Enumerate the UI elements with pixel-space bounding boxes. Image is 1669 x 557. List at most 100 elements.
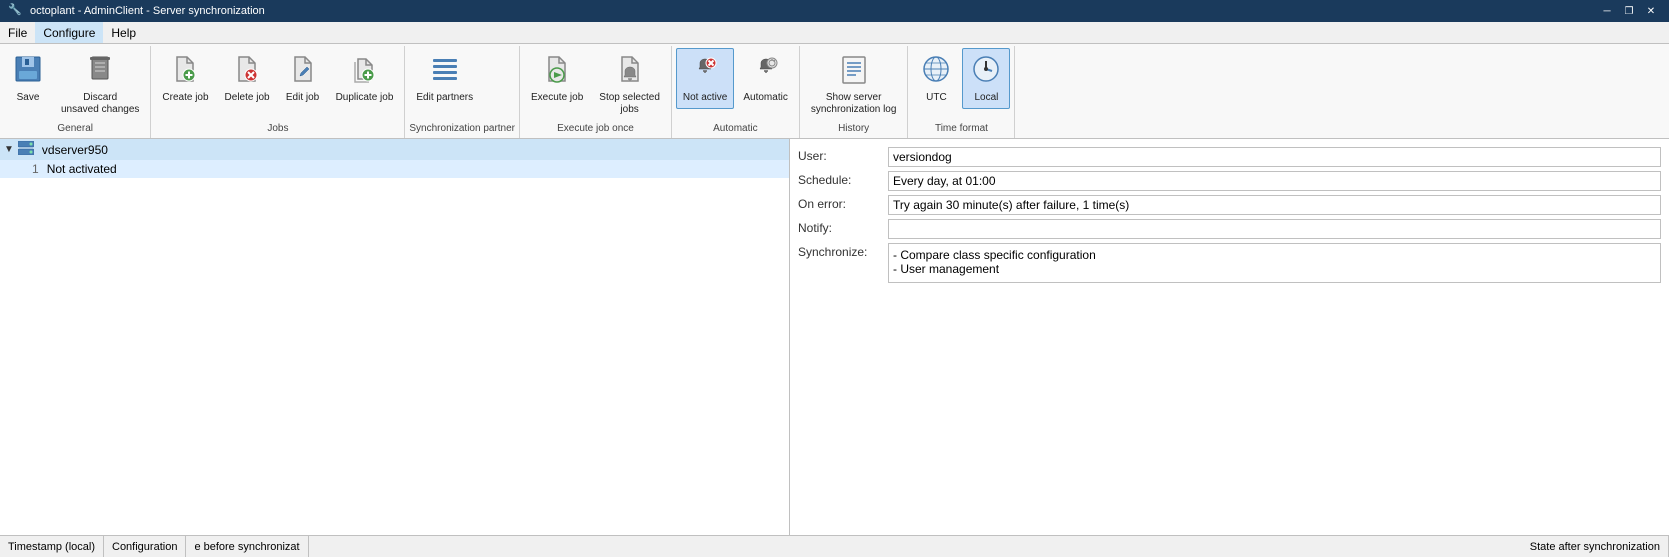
not-active-icon [689,53,721,90]
not-active-label: Not active [683,92,727,104]
local-icon [970,53,1002,90]
ribbon-group-execute-label: Execute job once [524,121,667,136]
sync-line-2: - User management [893,262,1656,276]
status-state-before: e before synchronizat [186,536,308,557]
sync-line-1: - Compare class specific configuration [893,248,1656,262]
notify-value [888,219,1661,239]
main-area: ▼ vdserver950 1 Not activated User: [0,139,1669,535]
ribbon-group-history-buttons: Show server synchronization log [804,48,904,121]
stop-jobs-button[interactable]: Stop selected jobs [592,48,667,121]
app-icon: 🔧 [8,3,24,19]
utc-label: UTC [926,92,947,104]
window-controls: ─ ❐ ✕ [1597,3,1661,19]
notify-row: Notify: [798,219,1661,239]
ribbon-group-time-format-buttons: UTC Local [912,48,1010,121]
right-panel: User: versiondog Schedule: Every day, at… [790,139,1669,535]
save-button[interactable]: Save [4,48,52,109]
title-bar-title: octoplant - AdminClient - Server synchro… [30,5,1597,17]
discard-label: Discard unsaved changes [61,92,139,116]
show-log-button[interactable]: Show server synchronization log [804,48,904,121]
status-state-after: State after synchronization [1522,536,1669,557]
on-error-value: Try again 30 minute(s) after failure, 1 … [888,195,1661,215]
close-button[interactable]: ✕ [1641,3,1661,19]
ribbon-group-execute: Execute job Stop selected jobs Execute j… [520,46,672,138]
save-label: Save [17,92,40,104]
automatic-label: Automatic [743,92,787,104]
tree-area[interactable]: ▼ vdserver950 1 Not activated [0,139,789,535]
delete-job-icon [231,53,263,90]
ribbon-group-history: Show server synchronization log History [800,46,909,138]
edit-partners-label: Edit partners [416,92,473,104]
menu-file[interactable]: File [0,22,35,43]
discard-icon [84,53,116,90]
ribbon-group-sync-partner-buttons: Edit partners [409,48,515,121]
delete-job-button[interactable]: Delete job [218,48,277,109]
ribbon-group-execute-buttons: Execute job Stop selected jobs [524,48,667,121]
utc-button[interactable]: UTC [912,48,960,109]
minimize-button[interactable]: ─ [1597,3,1617,19]
edit-job-icon [287,53,319,90]
ribbon-group-automatic-label: Automatic [676,121,795,136]
synchronize-value: - Compare class specific configuration -… [888,243,1661,283]
user-row: User: versiondog [798,147,1661,167]
ribbon-group-general-buttons: Save Discard unsaved changes [4,48,146,121]
user-label: User: [798,147,888,163]
menu-help[interactable]: Help [103,22,144,43]
utc-icon [920,53,952,90]
duplicate-job-button[interactable]: Duplicate job [329,48,401,109]
automatic-button[interactable]: Automatic [736,48,794,109]
on-error-row: On error: Try again 30 minute(s) after f… [798,195,1661,215]
title-bar: 🔧 octoplant - AdminClient - Server synch… [0,0,1669,22]
ribbon-group-automatic-buttons: Not active Automatic [676,48,795,121]
notify-label: Notify: [798,219,888,235]
execute-job-button[interactable]: Execute job [524,48,590,109]
duplicate-job-label: Duplicate job [336,92,394,104]
automatic-icon [750,53,782,90]
ribbon-group-time-format: UTC Local Time format [908,46,1015,138]
create-job-button[interactable]: Create job [155,48,215,109]
status-timestamp: Timestamp (local) [0,536,104,557]
ribbon-group-general-label: General [4,121,146,136]
not-active-button[interactable]: Not active [676,48,734,109]
save-icon [12,53,44,90]
edit-job-button[interactable]: Edit job [279,48,327,109]
schedule-value: Every day, at 01:00 [888,171,1661,191]
ribbon: Save Discard unsaved changes General [0,44,1669,139]
status-configuration: Configuration [104,536,186,557]
create-job-icon [169,53,201,90]
show-log-icon [838,53,870,90]
synchronize-label: Synchronize: [798,243,888,259]
execute-job-label: Execute job [531,92,583,104]
create-job-label: Create job [162,92,208,104]
local-button[interactable]: Local [962,48,1010,109]
menu-configure[interactable]: Configure [35,22,103,43]
ribbon-group-time-format-label: Time format [912,121,1010,136]
ribbon-group-sync-partner: Edit partners Synchronization partner [405,46,520,138]
status-bar: Timestamp (local) Configuration e before… [0,535,1669,557]
edit-partners-icon [429,53,461,90]
ribbon-group-history-label: History [804,121,904,136]
show-log-label: Show server synchronization log [811,92,897,116]
on-error-label: On error: [798,195,888,211]
edit-partners-button[interactable]: Edit partners [409,48,480,109]
duplicate-job-icon [348,53,380,90]
schedule-label: Schedule: [798,171,888,187]
tree-server-item[interactable]: ▼ vdserver950 [0,139,789,160]
row-number: 1 [32,162,39,176]
ribbon-group-jobs-label: Jobs [155,121,400,136]
ribbon-group-sync-partner-label: Synchronization partner [409,121,515,136]
execute-job-icon [541,53,573,90]
restore-button[interactable]: ❐ [1619,3,1639,19]
server-name: vdserver950 [42,143,108,157]
ribbon-group-jobs-buttons: Create job Delete job [155,48,400,121]
tree-expand-icon: ▼ [4,144,14,155]
discard-button[interactable]: Discard unsaved changes [54,48,146,121]
tree-child-item[interactable]: 1 Not activated [0,160,789,178]
ribbon-group-jobs: Create job Delete job [151,46,405,138]
delete-job-label: Delete job [225,92,270,104]
local-label: Local [974,92,998,104]
user-value: versiondog [888,147,1661,167]
ribbon-group-general: Save Discard unsaved changes General [0,46,151,138]
ribbon-group-automatic: Not active Automatic Automatic [672,46,800,138]
stop-jobs-icon [614,53,646,90]
